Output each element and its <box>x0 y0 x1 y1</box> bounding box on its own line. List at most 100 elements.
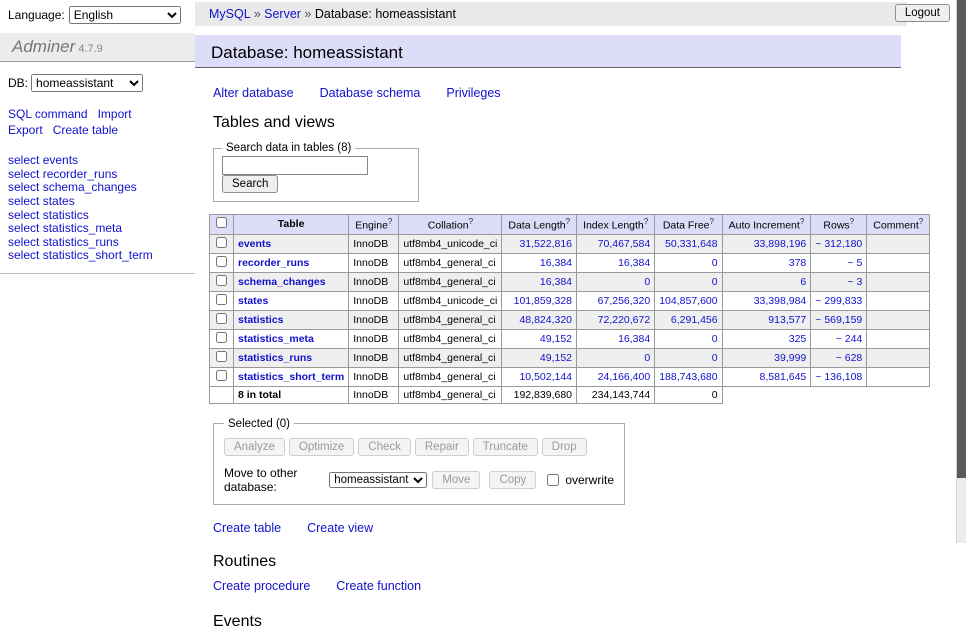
sidebar-table-link-recorder-runs[interactable]: recorder_runs <box>43 167 118 181</box>
sidebar-select-link[interactable]: select <box>8 180 39 194</box>
rows-link[interactable]: ~ 312,180 <box>815 238 862 250</box>
sidebar-select-link[interactable]: select <box>8 221 39 235</box>
auto-increment-link[interactable]: 8,581,645 <box>760 371 807 383</box>
index-length-link[interactable]: 16,384 <box>618 257 650 269</box>
data-length-link[interactable]: 49,152 <box>540 352 572 364</box>
move-db-select[interactable]: homeassistant <box>329 472 427 488</box>
breadcrumb-item-mysql[interactable]: MySQL <box>209 7 250 21</box>
link-database-schema[interactable]: Database schema <box>320 86 421 100</box>
search-button[interactable]: Search <box>222 175 278 193</box>
data-free-link[interactable]: 6,291,456 <box>671 314 718 326</box>
search-input[interactable] <box>222 156 368 175</box>
data-length-link[interactable]: 101,859,328 <box>514 295 572 307</box>
data-free-link[interactable]: 0 <box>712 352 718 364</box>
auto-increment-link[interactable]: 33,398,984 <box>754 295 807 307</box>
index-length-link[interactable]: 0 <box>644 276 650 288</box>
sidebar-select-link[interactable]: select <box>8 167 39 181</box>
rows-link[interactable]: ~ 136,108 <box>815 371 862 383</box>
scrollbar-thumb[interactable] <box>957 0 966 478</box>
table-name-link[interactable]: statistics <box>238 314 284 326</box>
help-link[interactable]: ? <box>388 217 392 226</box>
data-length-link[interactable]: 31,522,816 <box>519 238 572 250</box>
row-checkbox[interactable] <box>216 313 227 324</box>
sidebar-table-link-statistics[interactable]: statistics <box>43 208 89 222</box>
row-checkbox[interactable] <box>216 351 227 362</box>
help-link[interactable]: ? <box>800 217 804 226</box>
sidebar-table-link-events[interactable]: events <box>43 153 78 167</box>
auto-increment-link[interactable]: 6 <box>800 276 806 288</box>
data-length-link[interactable]: 48,824,320 <box>519 314 572 326</box>
sidebar-select-link[interactable]: select <box>8 194 39 208</box>
sidebar-table-link-statistics-meta[interactable]: statistics_meta <box>43 221 122 235</box>
data-free-link[interactable]: 104,857,600 <box>659 295 717 307</box>
index-length-link[interactable]: 67,256,320 <box>598 295 651 307</box>
table-name-link[interactable]: states <box>238 295 268 307</box>
rows-link[interactable]: ~ 244 <box>836 333 863 345</box>
sidebar-table-link-schema-changes[interactable]: schema_changes <box>43 180 137 194</box>
sidebar-select-link[interactable]: select <box>8 248 39 262</box>
table-name-link[interactable]: statistics_meta <box>238 333 314 345</box>
rows-link[interactable]: ~ 569,159 <box>815 314 862 326</box>
index-length-link[interactable]: 72,220,672 <box>598 314 651 326</box>
index-length-link[interactable]: 24,166,400 <box>598 371 651 383</box>
row-checkbox[interactable] <box>216 256 227 267</box>
row-checkbox[interactable] <box>216 332 227 343</box>
table-name-link[interactable]: statistics_runs <box>238 352 312 364</box>
link-create-function[interactable]: Create function <box>336 579 421 593</box>
link-create-procedure[interactable]: Create procedure <box>213 579 310 593</box>
sidebar-select-link[interactable]: select <box>8 208 39 222</box>
select-all-checkbox[interactable] <box>216 217 227 228</box>
auto-increment-link[interactable]: 913,577 <box>768 314 806 326</box>
help-link[interactable]: ? <box>850 217 854 226</box>
auto-increment-link[interactable]: 39,999 <box>774 352 806 364</box>
scrollbar[interactable] <box>956 0 966 543</box>
rows-link[interactable]: ~ 3 <box>847 276 862 288</box>
data-free-link[interactable]: 0 <box>712 257 718 269</box>
table-name-link[interactable]: events <box>238 238 271 250</box>
link-privileges[interactable]: Privileges <box>446 86 500 100</box>
data-free-link[interactable]: 0 <box>712 333 718 345</box>
sidebar-table-link-statistics-runs[interactable]: statistics_runs <box>43 235 119 249</box>
row-checkbox[interactable] <box>216 237 227 248</box>
app-logo[interactable]: Adminer <box>12 37 75 56</box>
help-link[interactable]: ? <box>644 217 648 226</box>
language-select[interactable]: English <box>69 6 181 24</box>
sidebar-table-link-statistics-short-term[interactable]: statistics_short_term <box>43 248 153 262</box>
index-length-link[interactable]: 16,384 <box>618 333 650 345</box>
row-checkbox[interactable] <box>216 275 227 286</box>
data-length-link[interactable]: 49,152 <box>540 333 572 345</box>
rows-link[interactable]: ~ 628 <box>836 352 863 364</box>
data-length-link[interactable]: 16,384 <box>540 257 572 269</box>
sidebar-link-create-table[interactable]: Create table <box>53 123 118 137</box>
help-link[interactable]: ? <box>566 217 570 226</box>
table-name-link[interactable]: statistics_short_term <box>238 371 344 383</box>
help-link[interactable]: ? <box>919 217 923 226</box>
overwrite-checkbox[interactable] <box>547 474 559 486</box>
help-link[interactable]: ? <box>469 217 473 226</box>
link-alter-database[interactable]: Alter database <box>213 86 294 100</box>
auto-increment-link[interactable]: 378 <box>789 257 807 269</box>
rows-link[interactable]: ~ 5 <box>847 257 862 269</box>
table-name-link[interactable]: recorder_runs <box>238 257 309 269</box>
link-create-view[interactable]: Create view <box>307 521 373 535</box>
link-create-table[interactable]: Create table <box>213 521 281 535</box>
sidebar-select-link[interactable]: select <box>8 153 39 167</box>
sidebar-select-link[interactable]: select <box>8 235 39 249</box>
index-length-link[interactable]: 70,467,584 <box>598 238 651 250</box>
data-free-link[interactable]: 188,743,680 <box>659 371 717 383</box>
breadcrumb-item-server[interactable]: Server <box>264 7 301 21</box>
auto-increment-link[interactable]: 325 <box>789 333 807 345</box>
logout-button[interactable]: Logout <box>895 4 950 22</box>
data-length-link[interactable]: 16,384 <box>540 276 572 288</box>
db-select[interactable]: homeassistant <box>31 74 143 92</box>
sidebar-table-link-states[interactable]: states <box>43 194 75 208</box>
row-checkbox[interactable] <box>216 294 227 305</box>
sidebar-link-export[interactable]: Export <box>8 123 43 137</box>
data-free-link[interactable]: 50,331,648 <box>665 238 718 250</box>
help-link[interactable]: ? <box>710 217 714 226</box>
index-length-link[interactable]: 0 <box>644 352 650 364</box>
sidebar-link-sql-command[interactable]: SQL command <box>8 107 88 121</box>
rows-link[interactable]: ~ 299,833 <box>815 295 862 307</box>
auto-increment-link[interactable]: 33,898,196 <box>754 238 807 250</box>
row-checkbox[interactable] <box>216 370 227 381</box>
